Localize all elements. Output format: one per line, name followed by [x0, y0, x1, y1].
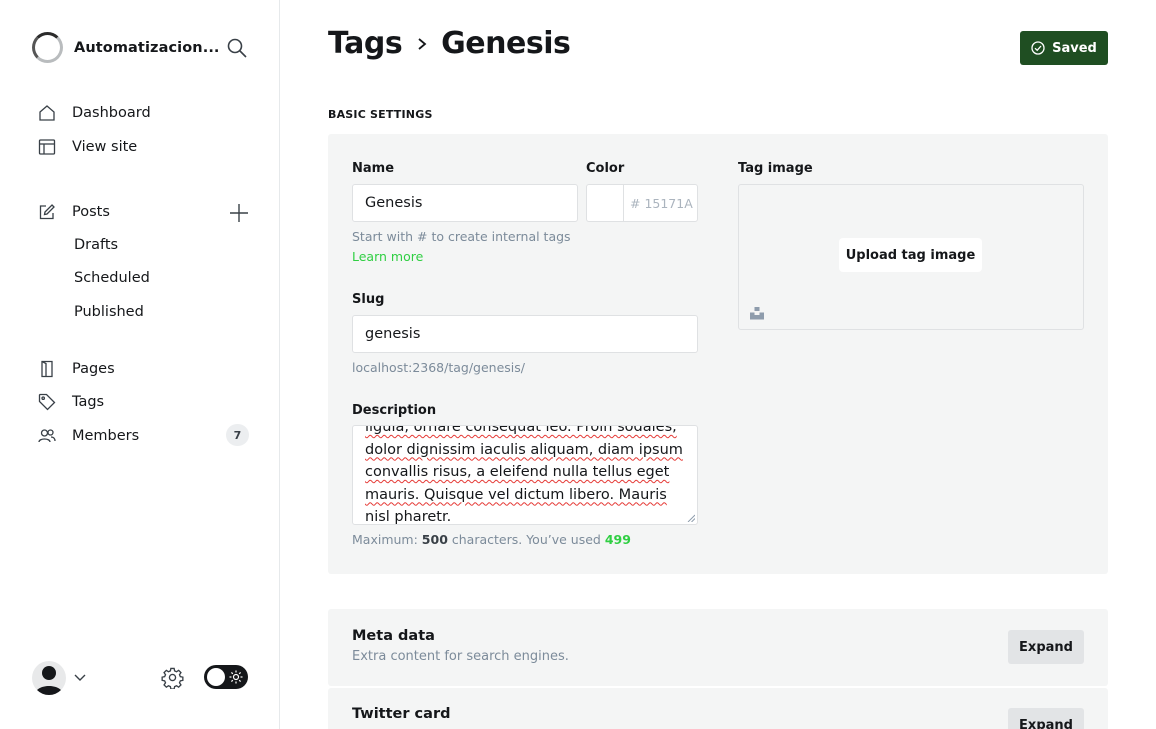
expand-button[interactable]: Expand [1008, 708, 1084, 729]
slug-label: Slug [352, 292, 385, 307]
sidebar-item-label: Posts [72, 204, 110, 220]
page-title: Genesis [441, 26, 571, 61]
sun-icon [229, 670, 243, 684]
sidebar-item-label: View site [72, 139, 138, 155]
sidebar-item-dashboard[interactable]: Dashboard [38, 101, 151, 125]
slug-input[interactable]: genesis [352, 315, 698, 353]
search-icon[interactable] [225, 36, 249, 60]
gear-icon[interactable] [161, 666, 184, 689]
expand-button[interactable]: Expand [1008, 630, 1084, 664]
avatar[interactable] [32, 661, 66, 695]
sidebar-item-drafts[interactable]: Drafts [74, 237, 118, 253]
card-title: Meta data [352, 628, 435, 644]
chevron-right-icon [416, 36, 428, 52]
sidebar: Automatizacion... Dashboard View site Po… [0, 0, 280, 729]
card-subtitle: Extra content for search engines. [352, 649, 569, 664]
chevron-down-icon[interactable] [73, 670, 87, 684]
breadcrumb-tags-link[interactable]: Tags [328, 26, 403, 61]
theme-toggle[interactable] [204, 665, 248, 689]
sidebar-item-posts[interactable]: Posts [38, 200, 110, 224]
toggle-knob [207, 668, 225, 686]
sidebar-item-tags[interactable]: Tags [38, 390, 104, 414]
upload-tag-image-button[interactable]: Upload tag image [839, 238, 982, 272]
learn-more-link[interactable]: Learn more [352, 249, 423, 264]
twitter-card: Twitter card Expand [328, 688, 1108, 729]
name-hint: Start with # to create internal tags [352, 229, 571, 244]
sidebar-item-published[interactable]: Published [74, 304, 144, 320]
sidebar-item-label: Dashboard [72, 105, 151, 121]
site-name: Automatizacion... [74, 39, 220, 56]
character-counter: Maximum: 500 characters. You’ve used 499 [352, 532, 631, 547]
color-label: Color [586, 161, 625, 176]
section-label: BASIC SETTINGS [328, 108, 433, 121]
resize-handle-icon[interactable] [687, 514, 695, 522]
layout-icon [38, 139, 56, 155]
site-brand[interactable]: Automatizacion... [32, 32, 220, 63]
sidebar-item-members[interactable]: Members [38, 424, 139, 448]
meta-data-card: Meta data Extra content for search engin… [328, 609, 1108, 686]
save-button[interactable]: Saved [1020, 31, 1108, 65]
sidebar-item-label: Members [72, 428, 140, 444]
color-input[interactable]: # 15171A [623, 184, 698, 222]
name-input[interactable]: Genesis [352, 184, 578, 222]
edit-icon [39, 204, 55, 220]
sidebar-item-label: Tags [72, 394, 105, 410]
sidebar-item-view-site[interactable]: View site [38, 135, 137, 159]
counter-used: 499 [604, 532, 631, 547]
name-label: Name [352, 161, 395, 176]
slug-url: localhost:2368/tag/genesis/ [352, 360, 525, 375]
color-swatch[interactable] [586, 184, 624, 222]
tag-image-label: Tag image [738, 161, 813, 176]
counter-middle: characters. You’ve used [451, 532, 601, 547]
counter-prefix: Maximum: [352, 532, 418, 547]
tag-icon [38, 393, 56, 411]
check-circle-icon [1031, 41, 1045, 55]
home-icon [39, 105, 55, 121]
description-textarea[interactable]: ligula, ornare consequat leo. Proin soda… [352, 425, 698, 525]
save-button-label: Saved [1052, 40, 1097, 56]
unsplash-icon[interactable] [750, 306, 764, 320]
page-icon [41, 360, 53, 378]
description-label: Description [352, 403, 437, 418]
members-count-badge: 7 [226, 424, 249, 446]
counter-max: 500 [421, 532, 448, 547]
sidebar-item-scheduled[interactable]: Scheduled [74, 270, 150, 286]
site-logo [32, 32, 63, 63]
members-icon [38, 429, 56, 443]
sidebar-item-label: Pages [72, 361, 115, 377]
add-post-icon[interactable] [228, 202, 250, 224]
card-title: Twitter card [352, 706, 451, 722]
description-text: ligula, ornare consequat leo. Proin soda… [365, 425, 683, 525]
breadcrumb: Tags Genesis [328, 26, 571, 61]
user-avatar-icon [35, 666, 63, 695]
sidebar-item-pages[interactable]: Pages [38, 357, 115, 381]
